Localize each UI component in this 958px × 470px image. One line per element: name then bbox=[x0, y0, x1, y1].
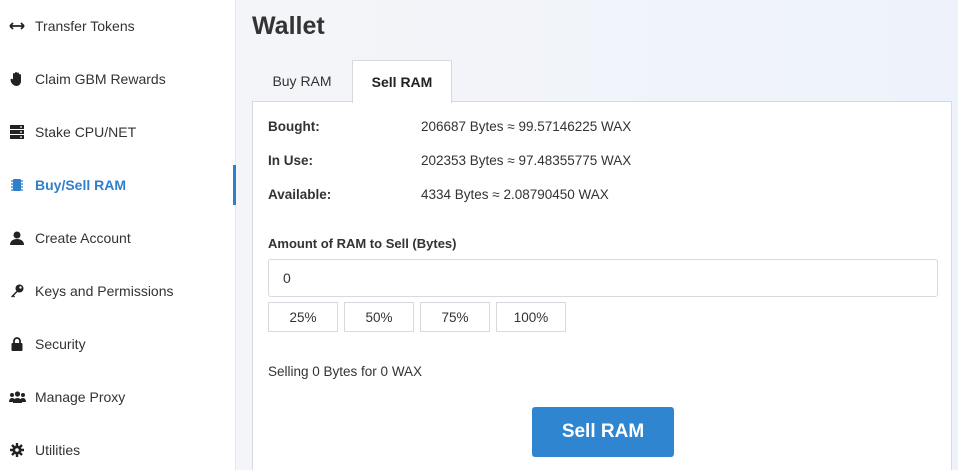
sidebar-item-label: Transfer Tokens bbox=[35, 18, 135, 34]
gear-icon bbox=[8, 441, 26, 459]
server-icon bbox=[8, 123, 26, 141]
percent-50-button[interactable]: 50% bbox=[344, 302, 414, 332]
sidebar-item-label: Security bbox=[35, 336, 86, 352]
ram-amount-input[interactable] bbox=[268, 259, 938, 297]
sidebar-item-buy-sell-ram[interactable]: Buy/Sell RAM bbox=[0, 165, 236, 205]
bought-label: Bought: bbox=[268, 119, 320, 134]
key-icon bbox=[8, 282, 26, 300]
users-icon bbox=[8, 388, 26, 406]
sidebar-item-label: Buy/Sell RAM bbox=[35, 177, 127, 193]
sidebar-item-claim-gbm-rewards[interactable]: Claim GBM Rewards bbox=[0, 59, 236, 99]
hand-icon bbox=[8, 70, 26, 88]
sell-ram-button[interactable]: Sell RAM bbox=[532, 407, 674, 457]
sidebar-item-keys-and-permissions[interactable]: Keys and Permissions bbox=[0, 271, 236, 311]
available-value: 4334 Bytes ≈ 2.08790450 WAX bbox=[421, 187, 609, 202]
tab-sell-ram[interactable]: Sell RAM bbox=[352, 60, 452, 103]
sidebar-item-security[interactable]: Security bbox=[0, 324, 236, 364]
page-title: Wallet bbox=[252, 12, 325, 40]
sidebar-item-transfer-tokens[interactable]: Transfer Tokens bbox=[0, 6, 236, 46]
sidebar-item-utilities[interactable]: Utilities bbox=[0, 430, 236, 470]
percent-100-button[interactable]: 100% bbox=[496, 302, 566, 332]
sidebar-item-label: Claim GBM Rewards bbox=[35, 71, 166, 87]
percent-25-button[interactable]: 25% bbox=[268, 302, 338, 332]
available-label: Available: bbox=[268, 187, 332, 202]
sidebar-item-stake-cpu-net[interactable]: Stake CPU/NET bbox=[0, 112, 236, 152]
sell-ram-panel: Bought: 206687 Bytes ≈ 99.57146225 WAX I… bbox=[252, 101, 952, 470]
in-use-value: 202353 Bytes ≈ 97.48355775 WAX bbox=[421, 153, 632, 168]
sidebar-item-create-account[interactable]: Create Account bbox=[0, 218, 236, 258]
sidebar: Transfer Tokens Claim GBM Rewards Stake … bbox=[0, 0, 236, 470]
main-content: Wallet Buy RAM Sell RAM Bought: 206687 B… bbox=[237, 0, 958, 470]
sidebar-item-label: Create Account bbox=[35, 230, 131, 246]
percent-75-button[interactable]: 75% bbox=[420, 302, 490, 332]
sidebar-item-manage-proxy[interactable]: Manage Proxy bbox=[0, 377, 236, 417]
lock-icon bbox=[8, 335, 26, 353]
sidebar-item-label: Utilities bbox=[35, 442, 81, 458]
sidebar-item-label: Stake CPU/NET bbox=[35, 124, 137, 140]
in-use-label: In Use: bbox=[268, 153, 314, 168]
arrows-horizontal-icon bbox=[8, 17, 26, 35]
tab-buy-ram[interactable]: Buy RAM bbox=[252, 60, 352, 102]
chip-icon bbox=[8, 176, 26, 194]
bought-value: 206687 Bytes ≈ 99.57146225 WAX bbox=[421, 119, 632, 134]
user-icon bbox=[8, 229, 26, 247]
amount-label: Amount of RAM to Sell (Bytes) bbox=[268, 236, 457, 251]
sell-summary: Selling 0 Bytes for 0 WAX bbox=[268, 364, 423, 379]
sidebar-item-label: Keys and Permissions bbox=[35, 283, 174, 299]
sidebar-item-label: Manage Proxy bbox=[35, 389, 126, 405]
